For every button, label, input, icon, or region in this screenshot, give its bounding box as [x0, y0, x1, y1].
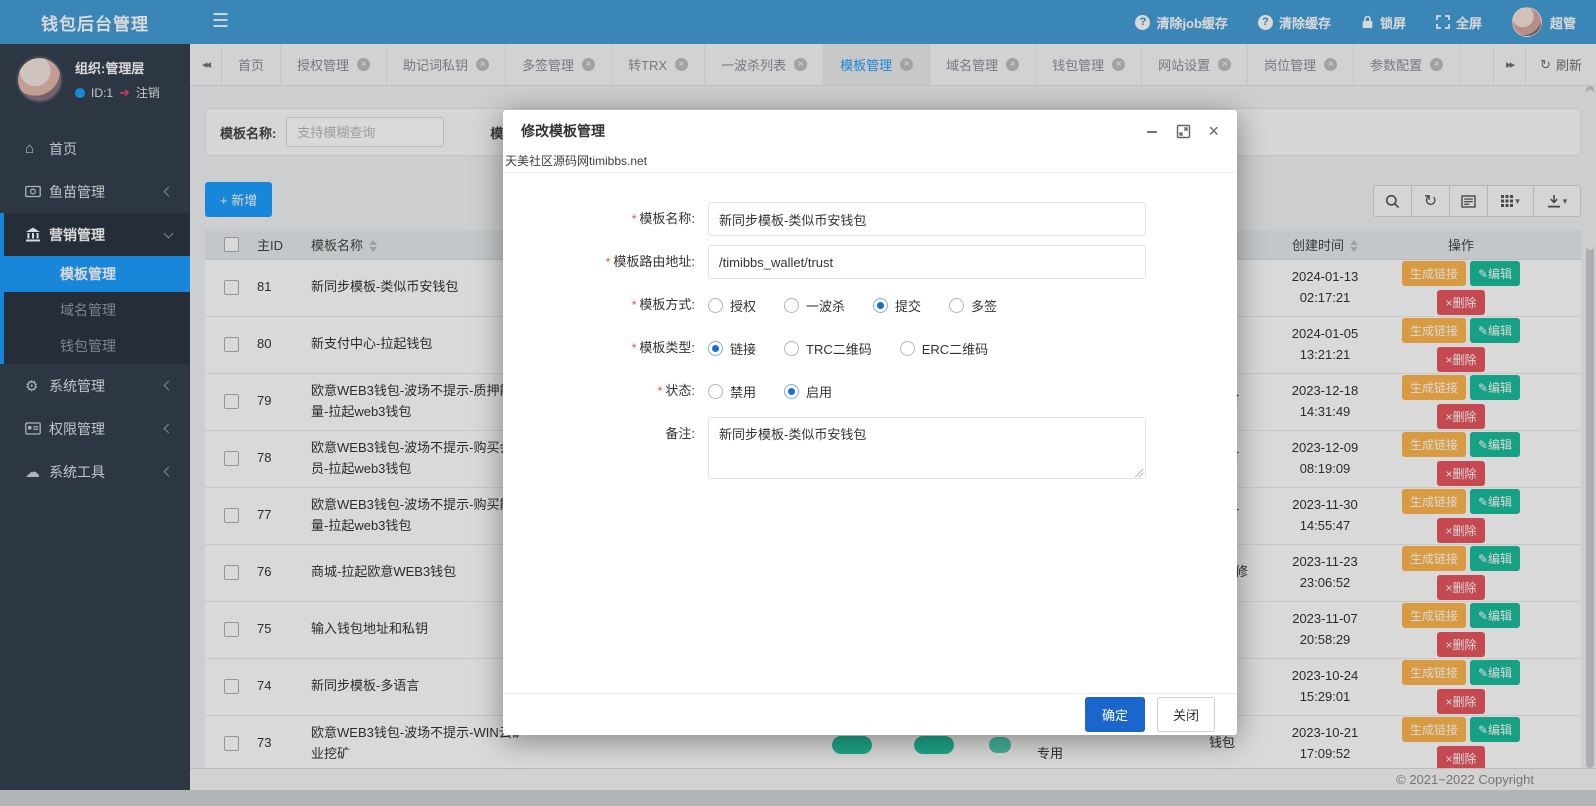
field-label-type: *模板类型: [503, 331, 708, 365]
close-button[interactable]: 关闭 [1157, 697, 1215, 732]
edit-template-modal: 修改模板管理 × 天美社区源码网timibbs.net *模板名称: *模板路由… [503, 110, 1237, 735]
modal-footer: 确定 关闭 [503, 693, 1237, 735]
radio-icon [900, 341, 915, 356]
modal-form: *模板名称: *模板路由地址: *模板方式: 授权一波杀提交多签 *模板类型: … [503, 173, 1237, 482]
template-route-field[interactable] [708, 245, 1146, 279]
modal-titlebar: 修改模板管理 × [503, 110, 1237, 152]
radio-option[interactable]: 一波杀 [784, 296, 845, 315]
watermark-text: 天美社区源码网timibbs.net [503, 152, 1237, 173]
radio-icon [708, 384, 723, 399]
radio-icon [784, 298, 799, 313]
field-label-name: *模板名称: [503, 202, 708, 236]
field-label-status: *状态: [503, 374, 708, 408]
radio-icon [873, 298, 888, 313]
radio-option[interactable]: TRC二维码 [784, 339, 872, 358]
status-radio-group: 禁用 启用 [708, 374, 1148, 408]
field-label-mode: *模板方式: [503, 288, 708, 322]
radio-option[interactable]: 授权 [708, 296, 756, 315]
radio-icon [949, 298, 964, 313]
radio-option[interactable]: 禁用 [708, 382, 756, 401]
maximize-icon[interactable] [1176, 124, 1191, 139]
radio-icon [784, 384, 799, 399]
close-icon[interactable]: × [1208, 122, 1219, 140]
radio-option[interactable]: ERC二维码 [900, 339, 988, 358]
template-name-field[interactable] [708, 202, 1146, 236]
mode-radio-group: 授权 一波杀 提交 多签 [708, 288, 1148, 322]
radio-icon [708, 341, 723, 356]
radio-option[interactable]: 提交 [873, 296, 921, 315]
radio-option[interactable]: 启用 [784, 382, 832, 401]
confirm-button[interactable]: 确定 [1085, 697, 1145, 732]
field-label-remark: 备注: [503, 417, 708, 451]
radio-icon [784, 341, 799, 356]
type-radio-group: 链接 TRC二维码 ERC二维码 [708, 331, 1148, 365]
field-label-route: *模板路由地址: [503, 245, 708, 279]
radio-option[interactable]: 多签 [949, 296, 997, 315]
radio-option[interactable]: 链接 [708, 339, 756, 358]
modal-title: 修改模板管理 [521, 121, 605, 141]
remark-textarea[interactable]: 新同步模板-类似币安钱包 [708, 417, 1146, 479]
app-root: 钱包后台管理 ☰ ? 清除job缓存 ? 清除缓存 锁屏 全屏 [0, 0, 1596, 806]
minimize-icon[interactable] [1145, 124, 1159, 138]
radio-icon [708, 298, 723, 313]
